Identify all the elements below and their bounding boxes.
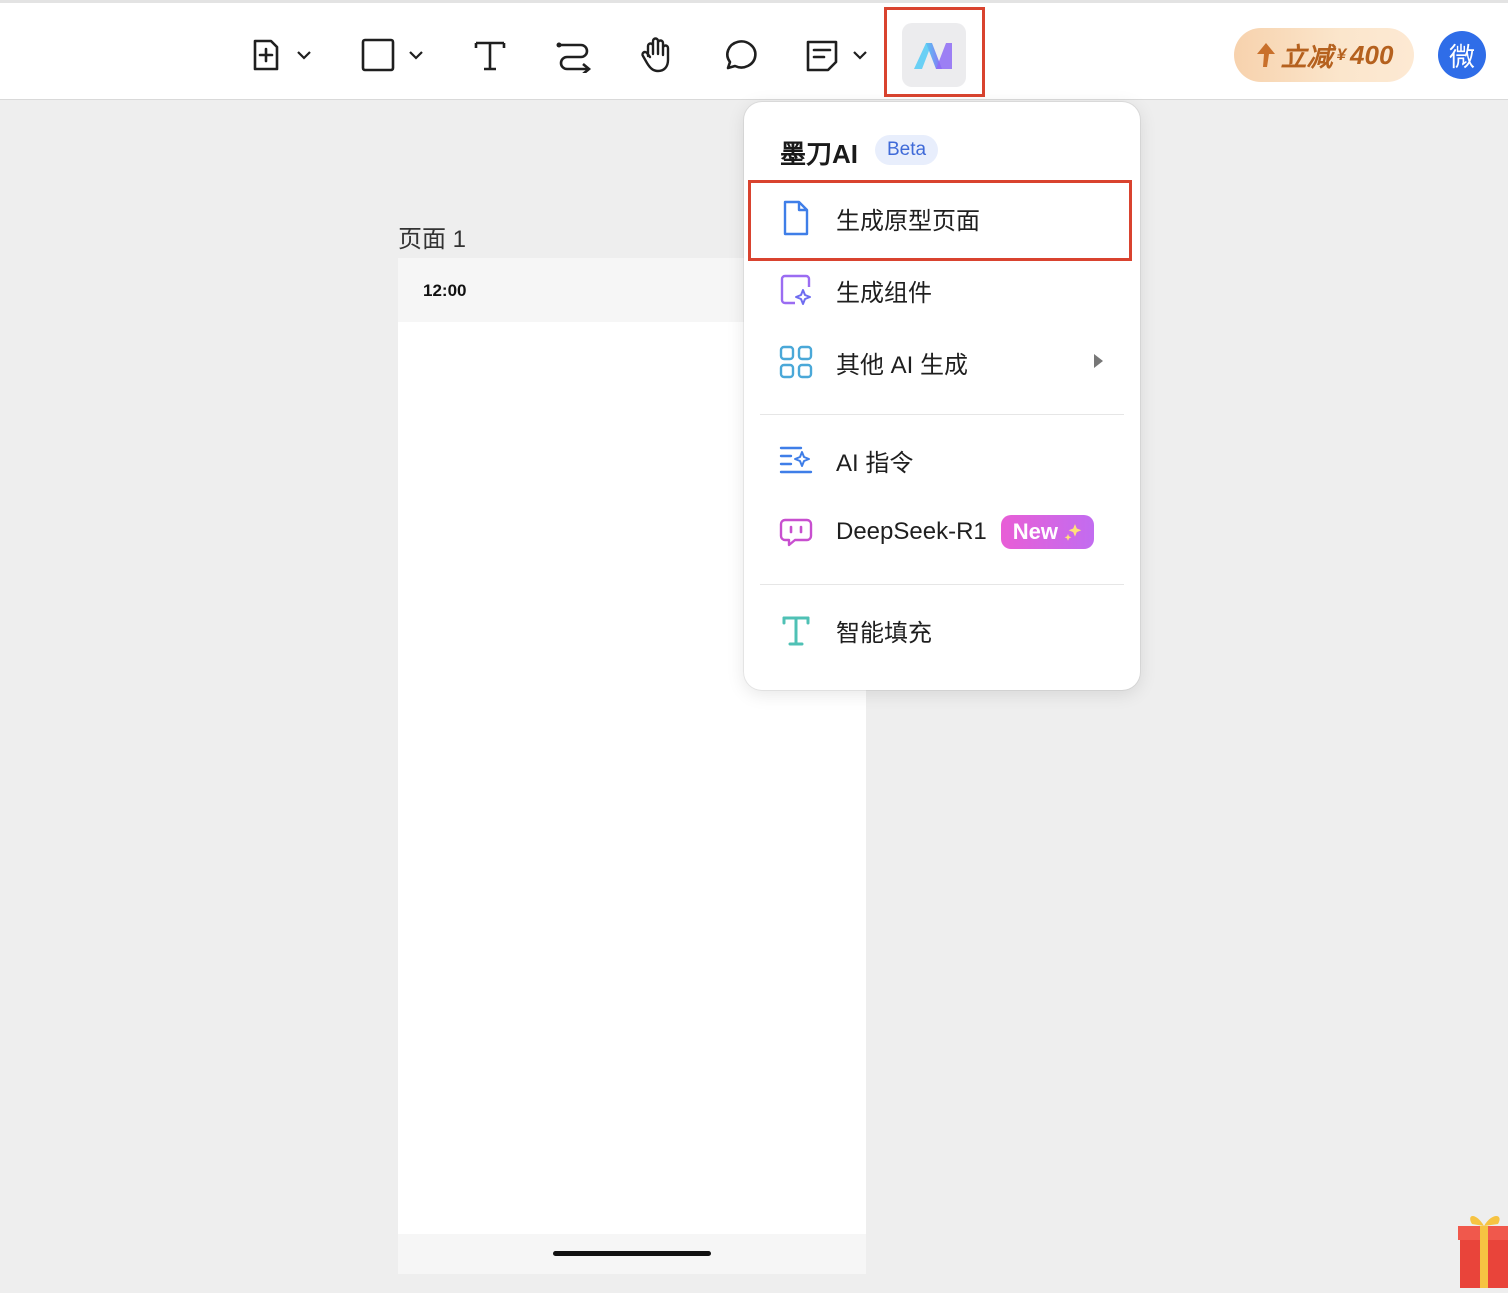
connector-tool[interactable]: [555, 35, 593, 75]
chevron-down-icon[interactable]: [408, 50, 424, 60]
promo-amount: 400: [1350, 39, 1394, 70]
home-indicator: [553, 1251, 711, 1256]
menu-item-label: 智能填充: [836, 619, 932, 647]
submenu-arrow-icon: [1094, 354, 1103, 368]
comment-bubble-icon: [726, 40, 757, 70]
beta-badge: Beta: [875, 135, 939, 165]
menu-item-deepseek-r1[interactable]: DeepSeek-R1 New: [760, 504, 1124, 560]
promo-discount-button[interactable]: 立减 ¥400: [1234, 28, 1414, 82]
menu-item-label: 生成组件: [836, 279, 932, 307]
promo-text: 立减: [1280, 41, 1333, 72]
hand-icon: [641, 37, 670, 73]
menu-title: 墨刀AI: [780, 139, 859, 169]
chevron-down-icon[interactable]: [296, 50, 312, 60]
menu-item-label: AI 指令: [836, 449, 914, 477]
home-indicator-area: [398, 1234, 866, 1274]
gift-icon[interactable]: [1458, 1208, 1508, 1293]
text-tool[interactable]: [472, 35, 508, 75]
up-arrow-icon: [1256, 43, 1275, 67]
comment-tool[interactable]: [722, 35, 760, 75]
add-page-tool[interactable]: [248, 35, 312, 75]
ai-command-icon: [776, 440, 816, 480]
promo-currency: ¥: [1336, 45, 1347, 64]
shape-tool[interactable]: [360, 35, 424, 75]
highlight-box-generate-prototype: [748, 180, 1132, 261]
page-label: 页面 1: [398, 226, 467, 253]
note-icon: [806, 40, 838, 72]
smart-fill-t-icon: [776, 610, 816, 650]
status-time: 12:00: [423, 281, 467, 300]
plus-square-icon: [253, 39, 279, 71]
hand-tool[interactable]: [638, 35, 676, 75]
sparkles-icon: [1064, 524, 1082, 541]
new-badge: New: [1000, 515, 1094, 549]
connector-icon: [556, 42, 592, 73]
menu-divider: [760, 584, 1124, 585]
avatar-initial: 微: [1448, 41, 1475, 72]
avatar[interactable]: 微: [1438, 31, 1486, 79]
component-sparkle-icon: [776, 270, 816, 310]
new-badge-label: New: [1012, 519, 1058, 544]
menu-item-label: DeepSeek-R1: [836, 518, 987, 545]
menu-item-generate-component[interactable]: 生成组件: [760, 262, 1124, 318]
chat-bot-icon: [776, 512, 816, 552]
text-t-icon: [474, 41, 506, 71]
note-tool[interactable]: [804, 35, 868, 75]
grid-icon: [776, 342, 816, 382]
menu-item-ai-command[interactable]: AI 指令: [760, 432, 1124, 488]
menu-item-label: 其他 AI 生成: [836, 351, 969, 379]
top-toolbar: 立减 ¥400 微: [0, 0, 1508, 100]
menu-divider: [760, 414, 1124, 415]
menu-item-other-ai-generate[interactable]: 其他 AI 生成: [760, 334, 1124, 390]
highlight-box-ai-button: [884, 7, 985, 97]
chevron-down-icon[interactable]: [852, 50, 868, 60]
square-icon: [361, 38, 395, 72]
menu-item-smart-fill[interactable]: 智能填充: [760, 602, 1124, 658]
